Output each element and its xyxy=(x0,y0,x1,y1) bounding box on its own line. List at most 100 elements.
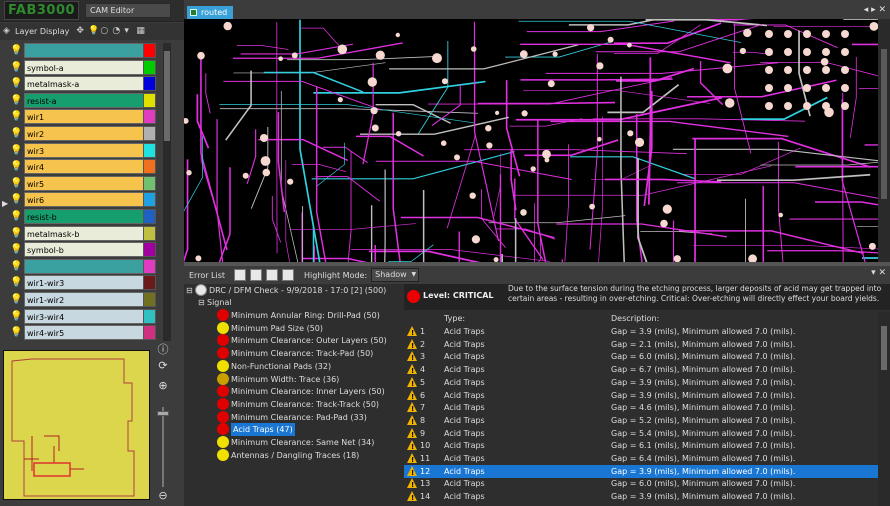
layer-name[interactable]: wir1-wir3 xyxy=(24,275,150,291)
layer-color-swatch[interactable] xyxy=(143,92,156,108)
layer-color-swatch[interactable] xyxy=(143,275,156,291)
layer-row[interactable]: 💡 resist-a xyxy=(10,92,157,108)
table-row[interactable]: 9 Acid Traps Gap = 5.4 (mils), Minimum all… xyxy=(404,427,878,442)
document-icon[interactable] xyxy=(250,269,262,281)
error-category-item[interactable]: Non-Functional Pads (32) xyxy=(231,360,331,373)
error-category-item[interactable]: Minimum Width: Trace (36) xyxy=(231,373,339,386)
mode-dropdown[interactable]: CAM Editor xyxy=(85,3,172,18)
layer-color-swatch[interactable] xyxy=(143,209,156,224)
layer-row[interactable]: 💡 metalmask-a xyxy=(10,76,157,92)
zoom-out-icon[interactable]: ⊖ xyxy=(156,489,170,503)
visibility-bulb-icon[interactable]: 💡 xyxy=(10,61,22,74)
grid-icon[interactable]: ▦ xyxy=(136,27,145,36)
visibility-bulb-icon[interactable]: 💡 xyxy=(10,193,22,206)
layer-color-swatch[interactable] xyxy=(143,308,156,324)
layer-color-swatch[interactable] xyxy=(143,325,156,341)
layer-name[interactable]: wir5 xyxy=(24,175,150,191)
visibility-bulb-icon[interactable]: 💡 xyxy=(10,110,22,123)
pcb-canvas[interactable] xyxy=(184,19,878,262)
layer-row[interactable]: 💡 wir3 xyxy=(10,142,157,158)
table-row[interactable]: 5 Acid Traps Gap = 3.9 (mils), Minimum all… xyxy=(404,376,878,391)
layer-row[interactable]: 💡 wir2 xyxy=(10,126,157,141)
tab-nav-arrows[interactable]: ◂ ▸ ✕ xyxy=(864,5,886,15)
visibility-bulb-icon[interactable]: 💡 xyxy=(10,177,22,190)
layer-name[interactable]: wir6 xyxy=(24,192,150,208)
layer-color-swatch[interactable] xyxy=(143,109,156,125)
tree-collapse-icon[interactable]: ⊟ xyxy=(186,284,193,297)
layer-name[interactable] xyxy=(24,258,150,274)
layer-row[interactable]: 💡 metalmask-b xyxy=(10,225,157,241)
layer-color-swatch[interactable] xyxy=(143,192,156,208)
layer-scrollbar[interactable] xyxy=(163,43,171,341)
layer-color-swatch[interactable] xyxy=(143,43,156,58)
layer-color-swatch[interactable] xyxy=(143,242,156,258)
visibility-bulb-icon[interactable]: 💡 xyxy=(10,210,22,223)
layer-name[interactable]: wir1 xyxy=(24,109,150,125)
table-row[interactable]: 3 Acid Traps Gap = 6.0 (mils), Minimum all… xyxy=(404,350,878,365)
visibility-bulb-icon[interactable]: 💡 xyxy=(10,94,22,107)
layer-color-swatch[interactable] xyxy=(143,225,156,241)
canvas-scroll-thumb[interactable] xyxy=(881,49,887,199)
layer-name[interactable]: wir3-wir4 xyxy=(24,308,150,324)
visibility-bulb-icon[interactable]: 💡 xyxy=(10,293,22,306)
canvas-scrollbar[interactable] xyxy=(878,19,890,262)
visibility-bulb-icon[interactable]: 💡 xyxy=(10,310,22,323)
refresh-icon[interactable]: ⟳ xyxy=(156,359,170,373)
col-type-header[interactable]: Type: xyxy=(444,312,465,325)
table-row[interactable]: 1 Acid Traps Gap = 3.9 (mils), Minimum all… xyxy=(404,325,878,340)
visibility-bulb-icon[interactable]: 💡 xyxy=(10,326,22,339)
layer-color-swatch[interactable] xyxy=(143,292,156,307)
highlight-mode-select[interactable]: Shadow xyxy=(371,268,420,282)
layer-scroll-thumb[interactable] xyxy=(164,51,170,141)
info-icon[interactable]: ⓘ xyxy=(156,343,170,357)
chevron-icon[interactable]: ▾ xyxy=(124,27,133,36)
layer-row[interactable]: 💡 xyxy=(10,258,157,274)
camera-icon[interactable] xyxy=(234,269,246,281)
error-category-item[interactable]: Minimum Clearance: Same Net (34) xyxy=(231,436,374,449)
layer-name[interactable]: symbol-b xyxy=(24,242,150,258)
layer-row[interactable]: 💡 wir5 xyxy=(10,175,157,191)
grid-scrollbar[interactable] xyxy=(878,312,890,506)
visibility-bulb-icon[interactable]: 💡 xyxy=(10,260,22,273)
grid-scroll-thumb[interactable] xyxy=(881,326,887,370)
table-row[interactable]: 4 Acid Traps Gap = 6.7 (mils), Minimum all… xyxy=(404,363,878,378)
move-icon[interactable]: ✥ xyxy=(76,27,85,36)
table-row[interactable]: 6 Acid Traps Gap = 3.9 (mils), Minimum all… xyxy=(404,389,878,404)
layer-row[interactable]: 💡 wir3-wir4 xyxy=(10,308,157,324)
layer-color-swatch[interactable] xyxy=(143,142,156,158)
overview-minimap[interactable] xyxy=(3,350,150,500)
layers-icon[interactable]: ◈ xyxy=(3,27,12,36)
report-icon[interactable] xyxy=(266,269,278,281)
layer-row[interactable]: 💡 symbol-b xyxy=(10,242,157,258)
layer-row[interactable]: 💡 wir4 xyxy=(10,159,157,175)
layer-color-swatch[interactable] xyxy=(143,76,156,92)
signal-group-node[interactable]: Signal xyxy=(207,296,232,309)
error-category-item[interactable]: Minimum Clearance: Track-Pad (50) xyxy=(231,347,373,360)
layer-row[interactable]: 💡 symbol-a xyxy=(10,59,157,75)
table-row[interactable]: 2 Acid Traps Gap = 2.1 (mils), Minimum all… xyxy=(404,338,878,353)
layer-row[interactable]: 💡 wir6 xyxy=(10,192,157,208)
layer-name[interactable]: resist-a xyxy=(24,92,150,108)
bulb-dim-icon[interactable]: ◔ xyxy=(112,27,121,36)
layer-row[interactable]: 💡 wir1-wir3 xyxy=(10,275,157,291)
visibility-bulb-icon[interactable]: 💡 xyxy=(10,243,22,256)
error-category-item[interactable]: Minimum Clearance: Track-Track (50) xyxy=(231,398,379,411)
table-row[interactable]: 12 Acid Traps Gap = 3.9 (mils), Minimum al… xyxy=(404,464,878,480)
visibility-bulb-icon[interactable]: 💡 xyxy=(10,227,22,240)
layer-name[interactable]: resist-b xyxy=(24,209,150,224)
layer-row[interactable]: 💡 xyxy=(10,43,157,58)
error-category-item[interactable]: Minimum Annular Ring: Drill-Pad (50) xyxy=(231,309,380,322)
table-row[interactable]: 13 Acid Traps Gap = 6.0 (mils), Minimum al… xyxy=(404,477,878,492)
visibility-bulb-icon[interactable]: 💡 xyxy=(10,77,22,90)
table-row[interactable]: 8 Acid Traps Gap = 5.2 (mils), Minimum all… xyxy=(404,414,878,429)
error-category-item[interactable]: Antennas / Dangling Traces (18) xyxy=(231,449,359,462)
zoom-slider-knob[interactable] xyxy=(157,411,169,416)
bulb-icon[interactable]: 💡 xyxy=(88,27,99,36)
visibility-bulb-icon[interactable]: 💡 xyxy=(10,276,22,289)
error-category-item[interactable]: Minimum Clearance: Pad-Pad (33) xyxy=(231,411,367,424)
layer-name[interactable]: wir4 xyxy=(24,159,150,175)
error-category-item[interactable]: Acid Traps (47) xyxy=(231,423,295,437)
layer-name[interactable]: wir4-wir5 xyxy=(24,325,150,341)
layer-row[interactable]: 💡 resist-b xyxy=(10,209,157,224)
table-row[interactable]: 10 Acid Traps Gap = 6.1 (mils), Minimum al… xyxy=(404,439,878,454)
